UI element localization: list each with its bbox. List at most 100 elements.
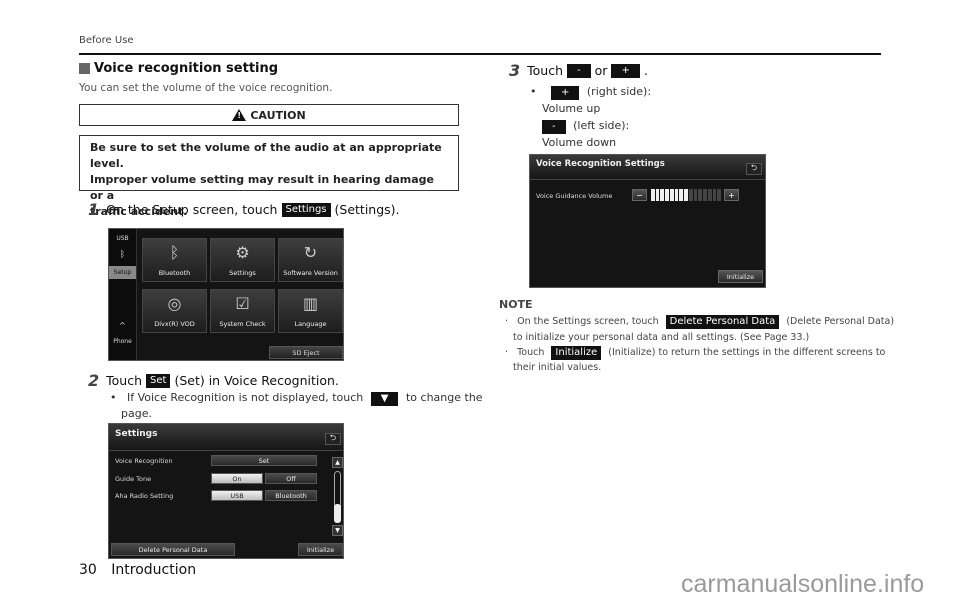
page-number: 30 — [79, 562, 97, 578]
step-3: 3 Touch - or + . — [509, 61, 648, 80]
step-text: Touch — [527, 63, 564, 78]
step-text: or — [594, 63, 608, 78]
volume-segment — [703, 189, 707, 201]
running-header: Before Use — [79, 35, 134, 46]
scrollbar-thumb — [334, 504, 341, 523]
plus-result: Volume up — [542, 102, 601, 115]
delete-personal-data-button: Delete Personal Data — [111, 543, 235, 556]
refresh-icon: ↻ — [303, 243, 318, 262]
note-item-2: · Touch Initialize (Initialize) to retur… — [505, 346, 886, 360]
voice-recognition-settings-screenshot: Voice Recognition Settings ⮌ Voice Guida… — [529, 154, 766, 288]
phone-source: Phone — [113, 338, 132, 345]
page-down-key: ▼ — [370, 392, 399, 406]
volume-segment — [674, 189, 679, 201]
step-2: 2 Touch Set (Set) in Voice Recognition. — [88, 371, 339, 390]
setup-sidebar: USB ᛒ Setup ^ Phone — [109, 229, 137, 360]
guide-tone-off-button: Off — [265, 473, 317, 484]
step-2-bullet: • If Voice Recognition is not displayed,… — [110, 391, 483, 406]
step-text: On the Setup screen, touch — [106, 202, 278, 217]
minus-result: Volume down — [542, 136, 617, 149]
checklist-icon: ☑ — [235, 294, 250, 313]
initialize-button: Initialize — [298, 543, 343, 556]
volume-segment — [669, 189, 674, 201]
volume-segment — [693, 189, 698, 201]
volume-plus-button: + — [724, 189, 739, 201]
volume-segment — [655, 189, 660, 201]
tile-settings: ⚙ Settings — [210, 238, 275, 282]
voice-recognition-set-button: Set — [211, 455, 317, 466]
section-title: Voice recognition setting — [79, 61, 278, 76]
square-bullet-icon — [79, 63, 90, 74]
back-icon: ⮌ — [746, 163, 762, 175]
page-footer: 30 Introduction — [79, 562, 196, 578]
section-title-text: Voice recognition setting — [94, 61, 279, 76]
set-key: Set — [146, 373, 171, 388]
back-icon: ⮌ — [325, 433, 341, 445]
volume-segment — [684, 189, 688, 201]
setup-screen-screenshot: USB ᛒ Setup ^ Phone ᛒ Bluetooth ⚙ Settings… — [108, 228, 344, 361]
row-label-guide-tone: Guide Tone — [115, 475, 152, 483]
initialize-key: Initialize — [551, 346, 602, 360]
bullet-dot: • — [110, 391, 124, 404]
minus-key: - — [542, 120, 566, 134]
book-icon: ▥ — [302, 294, 319, 313]
step-1: 1 On the Setup screen, touch Settings (S… — [88, 200, 400, 219]
voice-guidance-volume-label: Voice Guidance Volume — [536, 192, 613, 200]
note-title: NOTE — [499, 298, 533, 311]
header-rule — [79, 53, 881, 55]
step-text: . — [643, 63, 648, 78]
volume-segment — [665, 189, 669, 201]
volume-segment — [660, 189, 665, 201]
caution-heading: ! CAUTION — [79, 104, 459, 126]
row-label-aha-radio: Aha Radio Setting — [115, 492, 174, 500]
settings-title: Settings — [115, 429, 158, 439]
settings-screen-screenshot: Settings ⮌ Voice Recognition Set Guide T… — [108, 423, 344, 559]
initialize-button: Initialize — [718, 270, 763, 283]
delete-personal-data-key: Delete Personal Data — [665, 315, 780, 329]
bluetooth-icon: ᛒ — [119, 250, 126, 260]
step-number: 1 — [88, 200, 100, 219]
vr-title: Voice Recognition Settings — [536, 159, 665, 169]
scroll-up-icon: ▲ — [332, 457, 343, 468]
caution-body: Be sure to set the volume of the audio a… — [79, 135, 459, 218]
section-intro: You can set the volume of the voice reco… — [79, 82, 333, 94]
bluetooth-icon: ᛒ — [169, 243, 180, 262]
bullet-dot: · — [505, 316, 515, 327]
aha-bluetooth-button: Bluetooth — [265, 490, 317, 501]
setup-source: Setup — [109, 266, 136, 279]
note-item-2-cont: their initial values. — [513, 362, 602, 373]
guide-tone-on-button: On — [211, 473, 263, 484]
tile-bluetooth: ᛒ Bluetooth — [142, 238, 207, 282]
aha-usb-button: USB — [211, 490, 263, 501]
step-text: Touch — [106, 373, 143, 388]
volume-level-bar — [651, 189, 722, 201]
plus-desc: • + (right side): — [530, 85, 652, 100]
step-text: (Settings). — [334, 202, 400, 217]
volume-segment — [688, 189, 693, 201]
scroll-down-icon: ▼ — [332, 525, 343, 536]
chevron-up-icon: ^ — [119, 321, 126, 330]
volume-segment — [679, 189, 684, 201]
disc-icon: ◎ — [167, 294, 182, 313]
volume-segment — [651, 189, 655, 201]
volume-segment — [712, 189, 717, 201]
caution-label: CAUTION — [250, 108, 306, 122]
minus-desc: - (left side): — [538, 118, 629, 134]
volume-segment — [698, 189, 703, 201]
volume-segment — [717, 189, 722, 201]
bullet-dot: • — [530, 85, 544, 98]
step-2-bullet-cont: page. — [121, 407, 152, 420]
minus-key: - — [567, 63, 591, 78]
tile-system-check: ☑ System Check — [210, 289, 275, 333]
bullet-dot: · — [505, 347, 515, 358]
step-text: (Set) in Voice Recognition. — [174, 373, 339, 388]
tile-language: ▥ Language — [278, 289, 343, 333]
tile-divx-vod: ◎ Divx(R) VOD — [142, 289, 207, 333]
usb-source: USB — [116, 235, 129, 242]
watermark: carmanualsonline.info — [681, 570, 925, 598]
volume-segment — [707, 189, 712, 201]
caution-line: Be sure to set the volume of the audio a… — [90, 141, 442, 170]
row-label-voice-recognition: Voice Recognition — [115, 457, 173, 465]
plus-key: + — [611, 63, 640, 78]
step-number: 2 — [88, 371, 100, 390]
